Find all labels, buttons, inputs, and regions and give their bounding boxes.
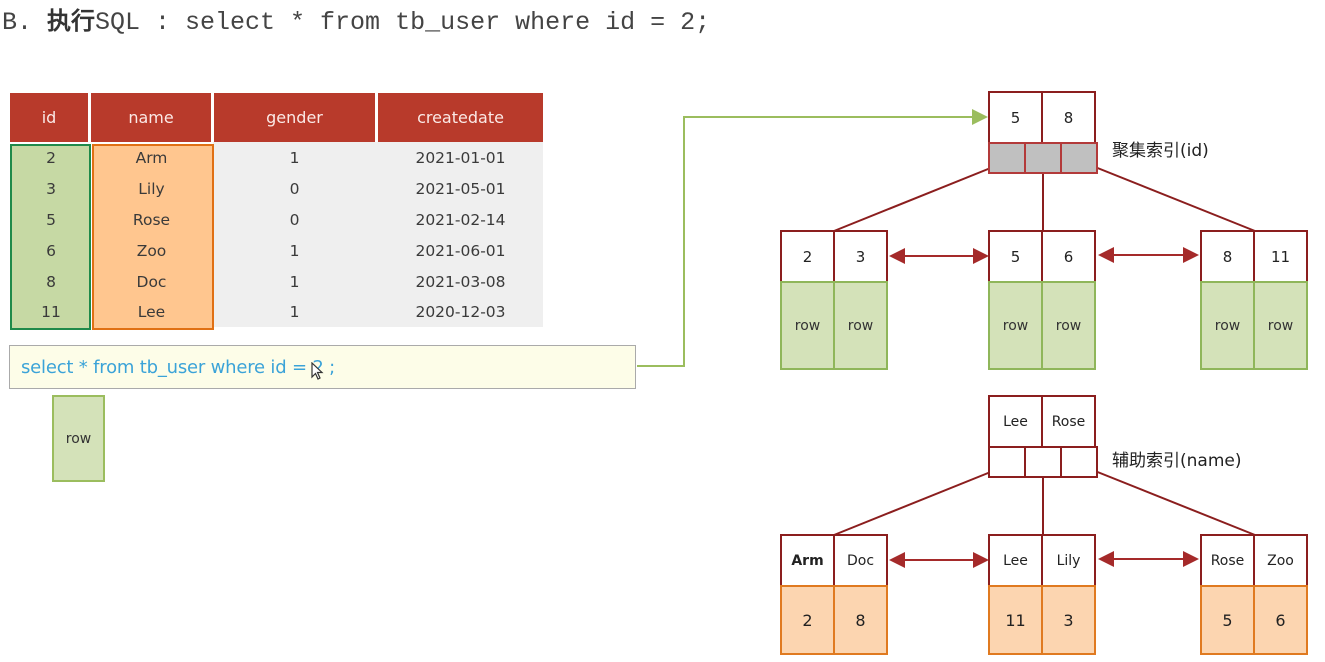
secondary-leaf-value: 6 [1253,585,1308,655]
clustered-leaf-value: row [1041,281,1096,370]
secondary-leaf-key: Rose [1200,534,1255,587]
clustered-leaf-key: 8 [1200,230,1255,283]
secondary-root-key-1: Lee [988,395,1043,448]
clustered-leaf-key: 3 [833,230,888,283]
clustered-root-pointer-2 [1024,142,1062,174]
clustered-root-pointer-1 [988,142,1026,174]
secondary-leaf-value: 5 [1200,585,1255,655]
clustered-leaf-key: 5 [988,230,1043,283]
clustered-pointer-right [1084,162,1256,232]
secondary-root-pointer-2 [1024,446,1062,478]
clustered-leaf-key: 6 [1041,230,1096,283]
secondary-root-pointer-3 [1060,446,1098,478]
clustered-leaf-key: 11 [1253,230,1308,283]
secondary-leaf-key: Zoo [1253,534,1308,587]
secondary-index-label: 辅助索引(name) [1112,451,1242,471]
clustered-root-key-1: 5 [988,91,1043,144]
clustered-leaf-key: 2 [780,230,835,283]
clustered-leaf-value: row [1253,281,1308,370]
secondary-root-node: Lee Rose [988,395,1098,479]
secondary-leaf-value: 8 [833,585,888,655]
connector-lines [637,109,1256,568]
secondary-leaf-value: 3 [1041,585,1096,655]
secondary-leaf-key: Lee [988,534,1043,587]
secondary-leaf-key: Doc [833,534,888,587]
secondary-leaf-key: Arm [780,534,835,587]
secondary-pointer-right [1084,466,1256,536]
clustered-pointer-left [833,162,1004,232]
clustered-leaf-value: row [833,281,888,370]
secondary-leaf-key: Lily [1041,534,1096,587]
secondary-root-key-2: Rose [1041,395,1096,448]
clustered-index-label: 聚集索引(id) [1112,141,1209,161]
clustered-leaf-value: row [780,281,835,370]
secondary-pointer-left [833,466,1004,536]
secondary-leaf-value: 11 [988,585,1043,655]
clustered-root-node: 5 8 [988,91,1098,175]
clustered-root-key-2: 8 [1041,91,1096,144]
clustered-root-pointer-3 [1060,142,1098,174]
clustered-leaf-value: row [1200,281,1255,370]
clustered-leaf-value: row [988,281,1043,370]
secondary-leaf-value: 2 [780,585,835,655]
secondary-root-pointer-1 [988,446,1026,478]
